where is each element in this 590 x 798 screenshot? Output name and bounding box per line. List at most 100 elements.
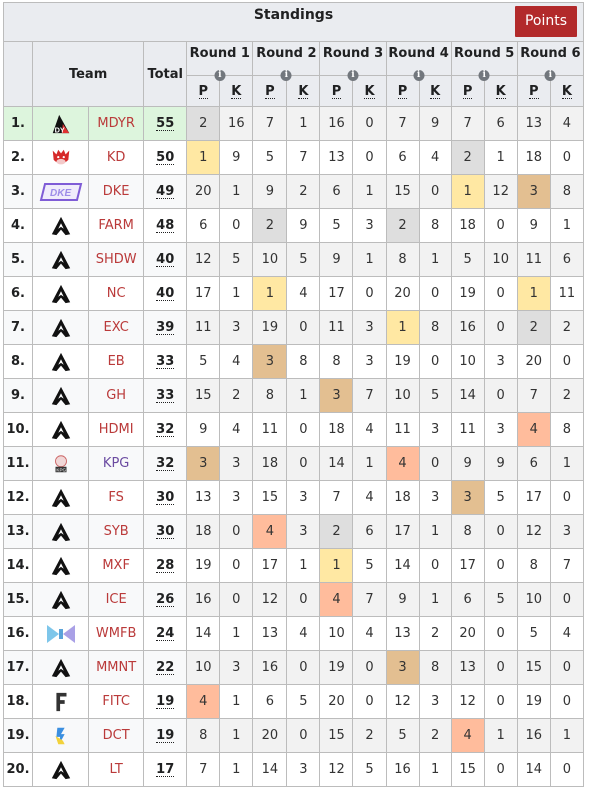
- team-header[interactable]: Team: [32, 41, 145, 107]
- total-points-value[interactable]: 30: [156, 525, 175, 539]
- total-points-value[interactable]: 26: [156, 593, 175, 607]
- team-name-link[interactable]: MDYR: [88, 106, 145, 141]
- total-points-value[interactable]: 50: [156, 151, 175, 165]
- team-name-link[interactable]: FARM: [88, 208, 145, 243]
- apex-default-logo-icon[interactable]: [49, 420, 73, 439]
- total-points-value[interactable]: 49: [156, 185, 175, 199]
- points-toggle-button[interactable]: Points: [514, 6, 577, 37]
- fitc-logo-icon[interactable]: [49, 692, 73, 711]
- placement-header-round-2[interactable]: P: [252, 75, 288, 107]
- kills-header-round-3[interactable]: K: [352, 75, 387, 107]
- placement-header-round-6[interactable]: P: [516, 75, 551, 107]
- team-name-link[interactable]: ICE: [88, 582, 145, 617]
- dct-logo-icon[interactable]: [49, 727, 73, 744]
- team-name-link[interactable]: FITC: [88, 684, 145, 719]
- apex-default-logo-icon[interactable]: [49, 250, 73, 269]
- apex-default-logo-icon[interactable]: [49, 522, 73, 541]
- team-logo-cell[interactable]: [32, 276, 90, 311]
- total-points-value[interactable]: 33: [156, 355, 175, 369]
- team-logo-cell[interactable]: [32, 616, 90, 651]
- team-logo-cell[interactable]: [32, 514, 90, 549]
- team-name-link[interactable]: DCT: [88, 718, 145, 753]
- apex-default-logo-icon[interactable]: [49, 352, 73, 371]
- total-points-value[interactable]: 24: [156, 627, 175, 641]
- team-name-link[interactable]: FS: [88, 480, 145, 515]
- wmfb-logo-icon[interactable]: [45, 624, 77, 643]
- team-logo-cell[interactable]: [32, 480, 90, 515]
- info-icon[interactable]: i: [413, 70, 425, 81]
- apex-default-logo-icon[interactable]: [49, 318, 73, 337]
- team-name-link[interactable]: EB: [88, 344, 145, 379]
- team-logo-cell[interactable]: DKE: [32, 174, 90, 209]
- info-icon[interactable]: i: [214, 70, 226, 81]
- placement-header-round-3[interactable]: P: [319, 75, 354, 107]
- team-name-link[interactable]: DKE: [88, 174, 145, 209]
- mdyr-logo-icon[interactable]: DY: [49, 114, 73, 134]
- placement-header-round-1[interactable]: P: [186, 75, 221, 107]
- team-logo-cell[interactable]: [32, 310, 90, 345]
- team-logo-cell[interactable]: [32, 344, 90, 379]
- kpg-logo-icon[interactable]: KPG: [49, 454, 73, 472]
- team-logo-cell[interactable]: [32, 412, 90, 447]
- apex-default-logo-icon[interactable]: [49, 556, 73, 575]
- team-logo-cell[interactable]: [32, 650, 90, 685]
- kills-header-round-1[interactable]: K: [219, 75, 254, 107]
- total-points-value[interactable]: 32: [156, 423, 175, 437]
- team-name-link[interactable]: EXC: [88, 310, 145, 345]
- team-logo-cell[interactable]: [32, 752, 90, 787]
- total-points-value[interactable]: 30: [156, 491, 175, 505]
- total-points-value[interactable]: 32: [156, 457, 175, 471]
- total-header[interactable]: Total: [143, 41, 188, 107]
- apex-default-logo-icon[interactable]: [49, 488, 73, 507]
- team-logo-cell[interactable]: [32, 684, 90, 719]
- apex-default-logo-icon[interactable]: [49, 658, 73, 677]
- team-name-link[interactable]: SHDW: [88, 242, 145, 277]
- team-logo-cell[interactable]: KPG: [32, 446, 90, 481]
- kills-header-round-5[interactable]: K: [483, 75, 518, 107]
- team-name-link[interactable]: KPG: [88, 446, 145, 481]
- team-logo-cell[interactable]: [32, 242, 90, 277]
- team-name-link[interactable]: NC: [88, 276, 145, 311]
- kills-header-round-2[interactable]: K: [286, 75, 321, 107]
- total-points-value[interactable]: 39: [156, 321, 175, 335]
- total-points-value[interactable]: 40: [156, 287, 175, 301]
- apex-default-logo-icon[interactable]: [49, 590, 73, 609]
- team-logo-cell[interactable]: [32, 140, 90, 175]
- info-icon[interactable]: i: [478, 70, 490, 81]
- team-name-link[interactable]: LT: [88, 752, 145, 787]
- team-logo-cell[interactable]: [32, 208, 90, 243]
- placement-header-round-5[interactable]: P: [450, 75, 485, 107]
- kills-header-round-6[interactable]: K: [549, 75, 585, 107]
- total-points-value[interactable]: 19: [156, 695, 175, 709]
- team-name-link[interactable]: KD: [88, 140, 145, 175]
- team-name-link[interactable]: MXF: [88, 548, 145, 583]
- total-points-value[interactable]: 40: [156, 253, 175, 267]
- info-icon[interactable]: i: [544, 70, 556, 81]
- team-logo-cell[interactable]: [32, 378, 90, 413]
- team-name-link[interactable]: WMFB: [88, 616, 145, 651]
- apex-default-logo-icon[interactable]: [49, 386, 73, 405]
- total-points-value[interactable]: 55: [156, 117, 175, 131]
- total-points-value[interactable]: 48: [156, 219, 175, 233]
- team-logo-cell[interactable]: DY: [32, 106, 90, 141]
- dke-logo-icon[interactable]: DKE: [39, 182, 83, 201]
- team-name-link[interactable]: HDMI: [88, 412, 145, 447]
- team-name-link[interactable]: GH: [88, 378, 145, 413]
- team-name-link[interactable]: MMNT: [88, 650, 145, 685]
- total-points-value[interactable]: 17: [156, 763, 175, 777]
- info-icon[interactable]: i: [347, 70, 359, 81]
- kd-dragon-logo-icon[interactable]: [49, 149, 73, 165]
- kills-header-round-4[interactable]: K: [418, 75, 452, 107]
- info-icon[interactable]: i: [280, 70, 292, 81]
- team-logo-cell[interactable]: [32, 548, 90, 583]
- placement-header-round-4[interactable]: P: [385, 75, 420, 107]
- total-points-value[interactable]: 22: [156, 661, 175, 675]
- team-name-link[interactable]: SYB: [88, 514, 145, 549]
- total-points-value[interactable]: 19: [156, 729, 175, 743]
- team-logo-cell[interactable]: [32, 582, 90, 617]
- apex-default-logo-icon[interactable]: [49, 760, 73, 779]
- team-logo-cell[interactable]: [32, 718, 90, 753]
- total-points-value[interactable]: 28: [156, 559, 175, 573]
- apex-default-logo-icon[interactable]: [49, 216, 73, 235]
- total-points-value[interactable]: 33: [156, 389, 175, 403]
